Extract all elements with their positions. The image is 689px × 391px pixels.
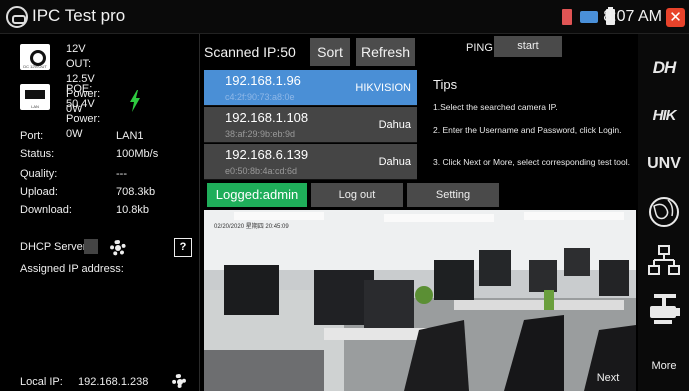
network-tools-button[interactable] [640, 238, 688, 282]
dahua-button[interactable]: DH [640, 46, 688, 90]
poe-power: Power: 0W [66, 113, 101, 140]
stat-label: Status: [20, 148, 55, 160]
device-mac: 38:af:29:9b:eb:9d [225, 129, 296, 139]
dhcp-settings-gear-icon[interactable] [110, 240, 126, 256]
stat-value: LAN1 [116, 130, 144, 142]
refresh-button[interactable]: Refresh [356, 38, 415, 66]
setting-button[interactable]: Setting [407, 183, 499, 207]
ping-label: PING [466, 42, 493, 54]
dc-out-icon: DC 12V/OUT [20, 44, 50, 70]
more-button[interactable]: More [641, 360, 687, 372]
device-mac: c4:2f:90:73:a8:0e [225, 92, 295, 102]
dhcp-toggle[interactable] [84, 239, 98, 254]
device-vendor: Dahua [378, 119, 411, 131]
stat-value: 708.3kb [116, 186, 156, 198]
local-ip-value: 192.168.1.238 [78, 376, 149, 388]
login-status-badge[interactable]: Logged:admin [207, 183, 307, 207]
globe-icon [649, 197, 679, 227]
poe-voltage: POE: 50.4V [66, 83, 95, 110]
tool-sidebar: DH HIK UNV [638, 34, 689, 391]
scanned-ip-count: Scanned IP:50 [204, 44, 296, 60]
app-logo-icon [6, 6, 28, 28]
hikvision-button[interactable]: HIK [640, 94, 688, 138]
unv-button[interactable]: UNV [640, 142, 688, 186]
camera-tools-button[interactable] [640, 288, 688, 332]
hik-logo-text: HIK [652, 107, 677, 124]
local-ip-settings-gear-icon[interactable] [172, 374, 186, 388]
tip-item: 1.Select the searched camera IP. [433, 102, 558, 112]
next-button[interactable]: Next [585, 367, 631, 389]
unv-logo-text: UNV [647, 155, 681, 172]
stat-label: Upload: [20, 186, 58, 198]
camera-video-preview[interactable]: 02/20/2020 星期四 20:45:09 [204, 210, 636, 391]
tip-item: 2. Enter the Username and Password, clic… [433, 125, 622, 135]
lan-port-icon: LAN [20, 84, 50, 110]
lightning-bolt-icon [130, 90, 140, 112]
logout-button[interactable]: Log out [311, 183, 403, 207]
clock: 8:07 AM [603, 8, 662, 25]
device-row[interactable]: 192.168.6.139 e0:50:8b:4a:cd:6d Dahua [204, 144, 417, 180]
sd-card-icon [562, 9, 572, 25]
device-vendor: Dahua [378, 156, 411, 168]
dhcp-label: DHCP Server: [20, 241, 90, 253]
tip-item: 3. Click Next or More, select correspond… [433, 157, 630, 167]
stat-value: 100Mb/s [116, 148, 159, 160]
dahua-logo-text: DH [652, 58, 677, 77]
network-icon [580, 11, 598, 23]
network-topology-icon [648, 245, 680, 275]
stat-value: --- [116, 168, 127, 180]
ptz-camera-icon [650, 294, 680, 324]
stat-label: Download: [20, 204, 72, 216]
device-ip: 192.168.6.139 [225, 147, 309, 162]
tips-title: Tips [433, 77, 458, 92]
stat-label: Quality: [20, 168, 58, 180]
sort-button[interactable]: Sort [310, 38, 350, 66]
local-ip-label: Local IP: [20, 376, 63, 388]
close-button[interactable]: ✕ [666, 8, 685, 27]
video-timestamp: 02/20/2020 星期四 20:45:09 [214, 224, 289, 230]
app-title: IPC Test pro [32, 6, 126, 25]
device-ip: 192.168.1.108 [225, 110, 309, 125]
device-list: 192.168.1.96 c4:2f:90:73:a8:0e HIKVISION… [204, 70, 417, 180]
device-mac: e0:50:8b:4a:cd:6d [225, 166, 298, 176]
stat-value: 10.8kb [116, 204, 150, 216]
office-scene [204, 210, 636, 391]
ping-start-button[interactable]: start [494, 36, 562, 57]
device-row[interactable]: 192.168.1.108 38:af:29:9b:eb:9d Dahua [204, 107, 417, 143]
onvif-button[interactable] [640, 190, 688, 234]
status-panel: DC 12V/OUT 12V OUT: 12.5V Power: 0W LAN … [0, 34, 200, 391]
assigned-ip-label: Assigned IP address: [20, 263, 124, 275]
help-icon[interactable]: ? [174, 238, 192, 257]
dc-out-voltage: 12V OUT: 12.5V [66, 43, 95, 85]
device-vendor: HIKVISION [355, 82, 411, 94]
stat-label: Port: [20, 130, 44, 142]
device-ip: 192.168.1.96 [225, 73, 301, 88]
title-bar: IPC Test pro 8:07 AM ✕ [0, 0, 689, 34]
device-row[interactable]: 192.168.1.96 c4:2f:90:73:a8:0e HIKVISION [204, 70, 417, 106]
